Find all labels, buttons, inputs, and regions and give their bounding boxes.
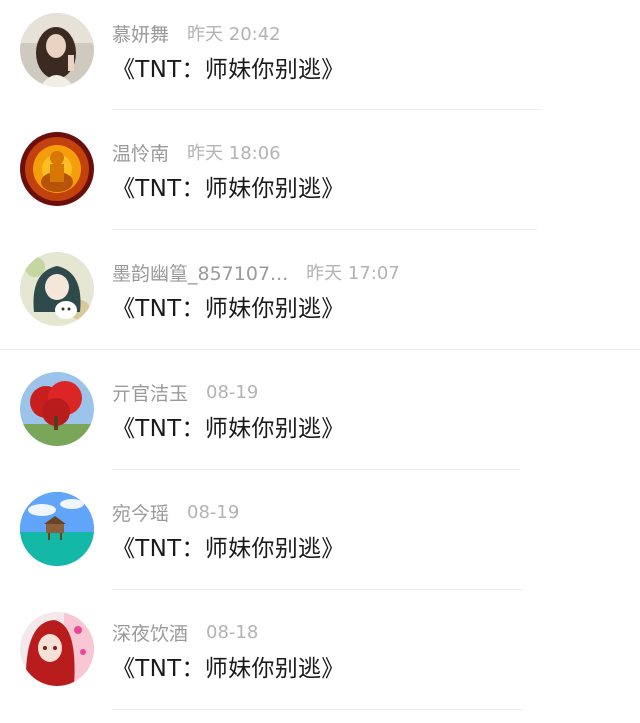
timestamp: 昨天 18:06	[187, 143, 281, 164]
red-hair-anime-avatar-icon	[20, 612, 94, 686]
comment-text: 《TNT：师妹你别逃》	[112, 656, 345, 682]
divider	[112, 229, 537, 230]
username[interactable]: 墨韵幽篁_857107...	[112, 259, 288, 286]
divider	[112, 469, 520, 470]
username[interactable]: 亓官洁玉	[112, 379, 188, 406]
comment-list: 慕妍舞 昨天 20:42 《TNT：师妹你别逃》 温怜南 昨天 18:06 《T…	[0, 0, 640, 723]
divider	[0, 349, 640, 350]
comment-meta: 慕妍舞 昨天 20:42	[112, 20, 281, 46]
avatar[interactable]	[20, 492, 94, 566]
comment-item[interactable]: 亓官洁玉 08-19 《TNT：师妹你别逃》	[0, 359, 640, 479]
girl-portrait-avatar-icon	[20, 13, 94, 87]
avatar[interactable]	[20, 372, 94, 446]
username[interactable]: 温怜南	[112, 139, 169, 166]
avatar[interactable]	[20, 612, 94, 686]
timestamp: 昨天 20:42	[187, 24, 281, 45]
red-tree-avatar-icon	[20, 372, 94, 446]
comment-text: 《TNT：师妹你别逃》	[112, 176, 345, 202]
avatar[interactable]	[20, 132, 94, 206]
comment-text: 《TNT：师妹你别逃》	[112, 536, 345, 562]
sea-hut-avatar-icon	[20, 492, 94, 566]
golden-buddha-avatar-icon	[20, 132, 94, 206]
comment-text: 《TNT：师妹你别逃》	[112, 296, 345, 322]
timestamp: 08-18	[206, 621, 259, 643]
avatar[interactable]	[20, 13, 94, 87]
comment-text: 《TNT：师妹你别逃》	[112, 57, 345, 83]
timestamp: 08-19	[187, 501, 240, 523]
username[interactable]: 宛今瑶	[112, 499, 169, 526]
comment-text: 《TNT：师妹你别逃》	[112, 416, 345, 442]
comment-meta: 宛今瑶 08-19	[112, 499, 239, 525]
comment-item[interactable]: 深夜饮酒 08-18 《TNT：师妹你别逃》	[0, 599, 640, 719]
anime-girl-dog-avatar-icon	[20, 252, 94, 326]
divider	[112, 589, 522, 590]
comment-item[interactable]: 慕妍舞 昨天 20:42 《TNT：师妹你别逃》	[0, 0, 640, 120]
comment-meta: 墨韵幽篁_857107... 昨天 17:07	[112, 259, 400, 285]
comment-item[interactable]: 温怜南 昨天 18:06 《TNT：师妹你别逃》	[0, 119, 640, 239]
comment-meta: 亓官洁玉 08-19	[112, 379, 258, 405]
username[interactable]: 深夜饮酒	[112, 619, 188, 646]
comment-meta: 温怜南 昨天 18:06	[112, 139, 281, 165]
timestamp: 08-19	[206, 381, 259, 403]
timestamp: 昨天 17:07	[306, 263, 400, 284]
comment-meta: 深夜饮酒 08-18	[112, 619, 258, 645]
divider	[112, 109, 542, 110]
divider	[112, 709, 522, 710]
comment-item[interactable]: 墨韵幽篁_857107... 昨天 17:07 《TNT：师妹你别逃》	[0, 239, 640, 359]
username[interactable]: 慕妍舞	[112, 20, 169, 47]
comment-item[interactable]: 宛今瑶 08-19 《TNT：师妹你别逃》	[0, 479, 640, 599]
avatar[interactable]	[20, 252, 94, 326]
